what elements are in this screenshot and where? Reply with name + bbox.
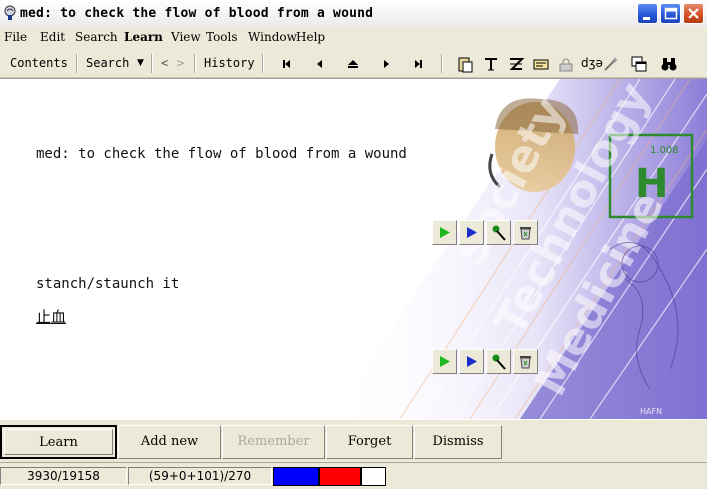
menu-tools[interactable]: Tools [206, 30, 238, 44]
answer-chinese-text[interactable]: 止血 [36, 306, 66, 327]
minimize-icon [643, 17, 650, 20]
search-dropdown-icon[interactable]: ▼ [137, 58, 144, 68]
svg-text:1.008: 1.008 [650, 145, 679, 156]
remember-button[interactable]: Remember [222, 425, 325, 459]
microphone-icon [492, 354, 506, 370]
supermemo-brain-icon[interactable] [2, 5, 18, 21]
menu-file[interactable]: File [4, 30, 27, 44]
play-blue-icon [467, 227, 477, 238]
answer-text[interactable]: stanch/staunch it [36, 276, 179, 292]
menu-bar: File Edit Search Learn View Tools Window… [0, 28, 707, 48]
menu-learn[interactable]: Learn [124, 30, 163, 44]
phonetics-icon[interactable]: dʒə [581, 56, 603, 70]
minimize-button[interactable] [637, 3, 658, 24]
formula-icon[interactable] [507, 55, 525, 73]
answer-component-controls [432, 349, 538, 375]
title-bar: med: to check the flow of blood from a w… [0, 0, 707, 28]
first-icon[interactable] [278, 55, 296, 73]
search-button[interactable]: Search [86, 56, 129, 70]
status-color-red [319, 467, 361, 486]
menu-view[interactable]: View [171, 30, 201, 44]
binoculars-icon[interactable] [660, 55, 678, 73]
dismiss-button[interactable]: Dismiss [414, 425, 502, 459]
close-button[interactable] [683, 3, 704, 24]
learn-button[interactable]: Learn [0, 425, 117, 459]
delete-component-button[interactable] [513, 349, 538, 374]
add-new-button[interactable]: Add new [118, 425, 221, 459]
magic-wand-icon[interactable] [602, 55, 620, 73]
recycle-bin-icon [520, 227, 531, 240]
outstanding-queue: (59+0+101)/270 [128, 467, 272, 485]
microphone-icon [492, 225, 506, 241]
toolbar-separator [194, 54, 196, 73]
maximize-button[interactable] [660, 3, 681, 24]
menu-edit[interactable]: Edit [40, 30, 65, 44]
close-icon [688, 8, 699, 19]
play-green-button[interactable] [432, 349, 457, 374]
status-bar: 3930/19158 (59+0+101)/270 [0, 462, 707, 489]
edit-icon[interactable] [532, 55, 550, 73]
windows-icon[interactable] [630, 55, 648, 73]
back-button[interactable]: < [161, 56, 168, 70]
toolbar: Contents Search ▼ < > History dʒə [0, 50, 707, 78]
menu-window[interactable]: Window [248, 30, 297, 44]
window-title: med: to check the flow of blood from a w… [20, 6, 374, 21]
learn-button-label: Learn [4, 429, 113, 455]
record-button[interactable] [486, 220, 511, 245]
lock-icon[interactable] [557, 55, 575, 73]
menu-help[interactable]: Help [296, 30, 325, 44]
toolbar-separator [151, 54, 153, 73]
parent-icon[interactable] [344, 55, 362, 73]
svg-text:HAFN: HAFN [640, 407, 662, 416]
play-blue-button[interactable] [459, 349, 484, 374]
forward-button[interactable]: > [177, 56, 184, 70]
status-color-white [361, 467, 386, 486]
learning-button-bar: Learn Add new Remember Forget Dismiss [0, 419, 707, 463]
maximize-icon [664, 7, 678, 20]
background-artwork-image: H 1.008 Society Technology Medicine HAFN [330, 79, 707, 419]
delete-component-button[interactable] [513, 220, 538, 245]
text-icon[interactable] [482, 55, 500, 73]
paste-icon[interactable] [456, 55, 474, 73]
record-button[interactable] [486, 349, 511, 374]
last-icon[interactable] [409, 55, 427, 73]
play-blue-icon [467, 356, 477, 367]
play-green-icon [440, 356, 450, 367]
question-component-controls [432, 220, 538, 246]
contents-button[interactable]: Contents [10, 56, 68, 70]
play-green-button[interactable] [432, 220, 457, 245]
toolbar-separator [441, 54, 443, 73]
play-green-icon [440, 227, 450, 238]
element-count: 3930/19158 [0, 467, 127, 485]
question-text[interactable]: med: to check the flow of blood from a w… [36, 146, 407, 162]
toolbar-separator [262, 54, 264, 73]
toolbar-separator [76, 54, 78, 73]
menu-search[interactable]: Search [75, 30, 118, 44]
forget-button[interactable]: Forget [326, 425, 413, 459]
play-blue-button[interactable] [459, 220, 484, 245]
next-icon[interactable] [377, 55, 395, 73]
status-color-blue [273, 467, 319, 486]
element-window: H 1.008 Society Technology Medicine HAFN… [0, 78, 707, 419]
recycle-bin-icon [520, 356, 531, 369]
previous-icon[interactable] [311, 55, 329, 73]
history-button[interactable]: History [204, 56, 255, 70]
